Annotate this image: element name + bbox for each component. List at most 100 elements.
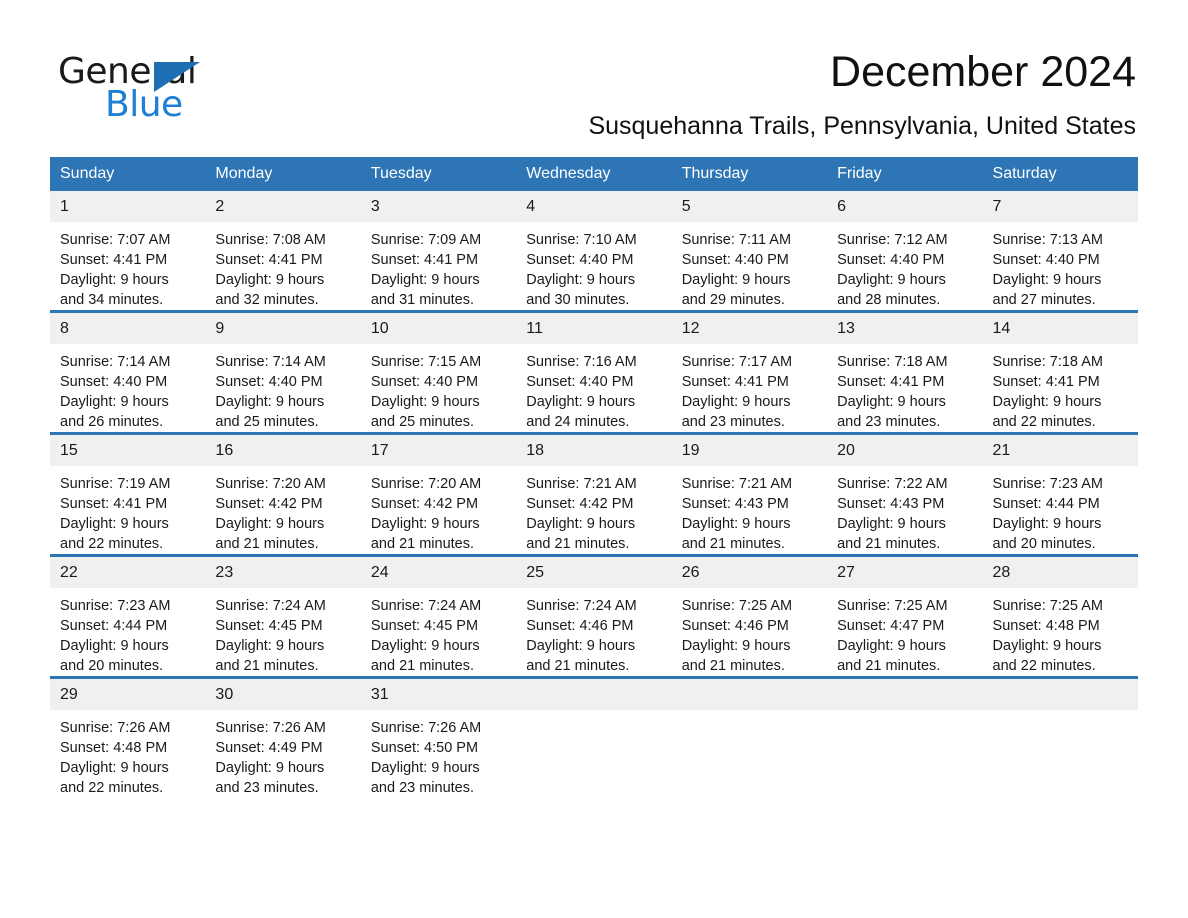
day-number: 31 [360,679,517,710]
calendar-day-cell[interactable]: 21 Sunrise: 7:23 AM Sunset: 4:44 PM Dayligh… [982,432,1138,556]
day-number: 11 [516,313,672,344]
weekday-header-saturday: Saturday [982,157,1138,191]
calendar-day-cell[interactable]: 3 Sunrise: 7:09 AM Sunset: 4:41 PM Daylight… [360,191,517,312]
day-number: 7 [982,191,1138,222]
sunset-text: Sunset: 4:40 PM [526,374,634,390]
day-number: 25 [516,557,672,588]
day-details: Sunrise: 7:24 AM Sunset: 4:46 PM Daylight:… [516,588,671,676]
sunset-text: Sunset: 4:41 PM [681,374,789,390]
calendar-day-cell[interactable]: 25 Sunrise: 7:24 AM Sunset: 4:46 PM Dayligh… [516,554,672,678]
sunset-text: Sunset: 4:40 PM [370,374,479,390]
day-details: Sunrise: 7:13 AM Sunset: 4:40 PM Daylight:… [983,222,1138,310]
day-details: Sunrise: 7:14 AM Sunset: 4:40 PM Daylight:… [50,344,205,432]
weekday-header-wednesday: Wednesday [516,157,672,191]
weekday-header-monday: Monday [205,157,361,191]
daylight-text-line2: and 21 minutes. [837,658,941,674]
calendar-day-cell[interactable]: 18 Sunrise: 7:21 AM Sunset: 4:42 PM Dayligh… [516,432,672,556]
calendar-day-cell[interactable]: 15 Sunrise: 7:19 AM Sunset: 4:41 PM Dayligh… [50,432,206,556]
calendar-day-cell[interactable]: 14 Sunrise: 7:18 AM Sunset: 4:41 PM Dayligh… [982,310,1138,434]
sunrise-text: Sunrise: 7:21 AM [681,476,793,492]
daylight-text-line2: and 32 minutes. [215,292,319,308]
day-details: Sunrise: 7:23 AM Sunset: 4:44 PM Daylight:… [983,466,1138,554]
calendar-day-cell[interactable]: 17 Sunrise: 7:20 AM Sunset: 4:42 PM Dayligh… [360,432,517,556]
calendar-day-cell[interactable]: 9 Sunrise: 7:14 AM Sunset: 4:40 PM Daylight… [205,310,361,434]
day-details: Sunrise: 7:22 AM Sunset: 4:43 PM Daylight:… [827,466,982,554]
daylight-text-line1: Daylight: 9 hours [837,638,946,654]
day-details: Sunrise: 7:18 AM Sunset: 4:41 PM Daylight:… [983,344,1138,432]
daylight-text-line2: and 31 minutes. [370,292,475,308]
daylight-text-line2: and 21 minutes. [215,536,319,552]
calendar-day-cell[interactable]: 12 Sunrise: 7:17 AM Sunset: 4:41 PM Dayligh… [671,310,828,434]
daylight-text-line2: and 21 minutes. [526,536,630,552]
page-header: General Blue December 2024 Susquehanna T… [0,0,1188,150]
calendar-day-cell[interactable]: 29 Sunrise: 7:26 AM Sunset: 4:48 PM Dayligh… [50,676,206,798]
day-number: 1 [50,191,206,222]
daylight-text-line2: and 25 minutes. [370,414,475,430]
sunset-text: Sunset: 4:40 PM [60,374,168,390]
day-number [827,679,983,710]
sunset-text: Sunset: 4:50 PM [370,740,479,756]
day-details: Sunrise: 7:21 AM Sunset: 4:43 PM Daylight:… [672,466,827,554]
calendar-day-cell[interactable]: 1 Sunrise: 7:07 AM Sunset: 4:41 PM Daylight… [50,191,206,312]
sunrise-text: Sunrise: 7:08 AM [215,232,326,248]
calendar-day-cell[interactable]: 23 Sunrise: 7:24 AM Sunset: 4:45 PM Dayligh… [205,554,361,678]
daylight-text-line1: Daylight: 9 hours [526,394,636,410]
calendar-day-cell[interactable]: 16 Sunrise: 7:20 AM Sunset: 4:42 PM Dayligh… [205,432,361,556]
day-details: Sunrise: 7:18 AM Sunset: 4:41 PM Daylight:… [827,344,982,432]
day-number: 16 [205,435,361,466]
calendar-day-cell[interactable]: 5 Sunrise: 7:11 AM Sunset: 4:40 PM Daylight… [671,191,828,312]
weekday-header-friday: Friday [827,157,983,191]
daylight-text-line2: and 22 minutes. [60,780,164,796]
calendar-day-cell[interactable]: 19 Sunrise: 7:21 AM Sunset: 4:43 PM Dayligh… [671,432,828,556]
calendar-day-cell[interactable]: 30 Sunrise: 7:26 AM Sunset: 4:49 PM Dayligh… [205,676,361,798]
calendar-day-cell[interactable]: 11 Sunrise: 7:16 AM Sunset: 4:40 PM Dayligh… [516,310,672,434]
day-number: 23 [205,557,361,588]
day-details: Sunrise: 7:26 AM Sunset: 4:49 PM Daylight:… [205,710,360,798]
calendar-day-cell[interactable]: 13 Sunrise: 7:18 AM Sunset: 4:41 PM Dayligh… [827,310,983,434]
daylight-text-line1: Daylight: 9 hours [60,760,169,776]
day-number: 27 [827,557,983,588]
calendar-day-cell[interactable]: 4 Sunrise: 7:10 AM Sunset: 4:40 PM Daylight… [516,191,672,312]
calendar-day-cell[interactable]: 31 Sunrise: 7:26 AM Sunset: 4:50 PM Dayligh… [360,676,517,798]
sunset-text: Sunset: 4:40 PM [837,252,945,268]
sunset-text: Sunset: 4:46 PM [681,618,789,634]
sunset-text: Sunset: 4:47 PM [837,618,945,634]
calendar-day-cell[interactable]: 28 Sunrise: 7:25 AM Sunset: 4:48 PM Dayligh… [982,554,1138,678]
day-details: Sunrise: 7:10 AM Sunset: 4:40 PM Daylight:… [516,222,671,310]
calendar-day-cell[interactable]: 2 Sunrise: 7:08 AM Sunset: 4:41 PM Daylight… [205,191,361,312]
calendar-day-cell[interactable]: 6 Sunrise: 7:12 AM Sunset: 4:40 PM Daylight… [827,191,983,312]
sunset-text: Sunset: 4:40 PM [215,374,323,390]
calendar-empty-cell [516,676,672,798]
day-details: Sunrise: 7:11 AM Sunset: 4:40 PM Daylight:… [672,222,827,310]
daylight-text-line1: Daylight: 9 hours [837,394,946,410]
sunrise-text: Sunrise: 7:23 AM [992,476,1103,492]
daylight-text-line1: Daylight: 9 hours [992,394,1102,410]
calendar-day-cell[interactable]: 7 Sunrise: 7:13 AM Sunset: 4:40 PM Daylight… [982,191,1138,312]
calendar-day-cell[interactable]: 10 Sunrise: 7:15 AM Sunset: 4:40 PM Dayligh… [360,310,517,434]
calendar-day-cell[interactable]: 26 Sunrise: 7:25 AM Sunset: 4:46 PM Dayligh… [671,554,828,678]
sunrise-text: Sunrise: 7:18 AM [992,354,1103,370]
calendar-day-cell[interactable]: 24 Sunrise: 7:24 AM Sunset: 4:45 PM Dayligh… [360,554,517,678]
daylight-text-line2: and 25 minutes. [215,414,319,430]
sunrise-text: Sunrise: 7:10 AM [526,232,637,248]
day-details: Sunrise: 7:19 AM Sunset: 4:41 PM Daylight:… [50,466,205,554]
daylight-text-line2: and 23 minutes. [215,780,319,796]
calendar-day-cell[interactable]: 22 Sunrise: 7:23 AM Sunset: 4:44 PM Dayligh… [50,554,206,678]
daylight-text-line1: Daylight: 9 hours [992,638,1102,654]
sunset-text: Sunset: 4:42 PM [526,496,634,512]
daylight-text-line1: Daylight: 9 hours [992,516,1102,532]
day-details: Sunrise: 7:25 AM Sunset: 4:48 PM Daylight:… [983,588,1138,676]
generalblue-logo[interactable]: General Blue [58,52,318,125]
daylight-text-line1: Daylight: 9 hours [60,394,169,410]
calendar-day-cell[interactable]: 20 Sunrise: 7:22 AM Sunset: 4:43 PM Dayligh… [827,432,983,556]
sunset-text: Sunset: 4:42 PM [215,496,323,512]
calendar-day-cell[interactable]: 27 Sunrise: 7:25 AM Sunset: 4:47 PM Dayligh… [827,554,983,678]
calendar-empty-cell [982,676,1138,798]
daylight-text-line1: Daylight: 9 hours [215,516,325,532]
calendar-day-cell[interactable]: 8 Sunrise: 7:14 AM Sunset: 4:40 PM Daylight… [50,310,206,434]
day-number: 10 [360,313,517,344]
day-number: 3 [360,191,517,222]
daylight-text-line2: and 22 minutes. [992,658,1096,674]
daylight-text-line1: Daylight: 9 hours [681,638,791,654]
day-number [516,679,672,710]
